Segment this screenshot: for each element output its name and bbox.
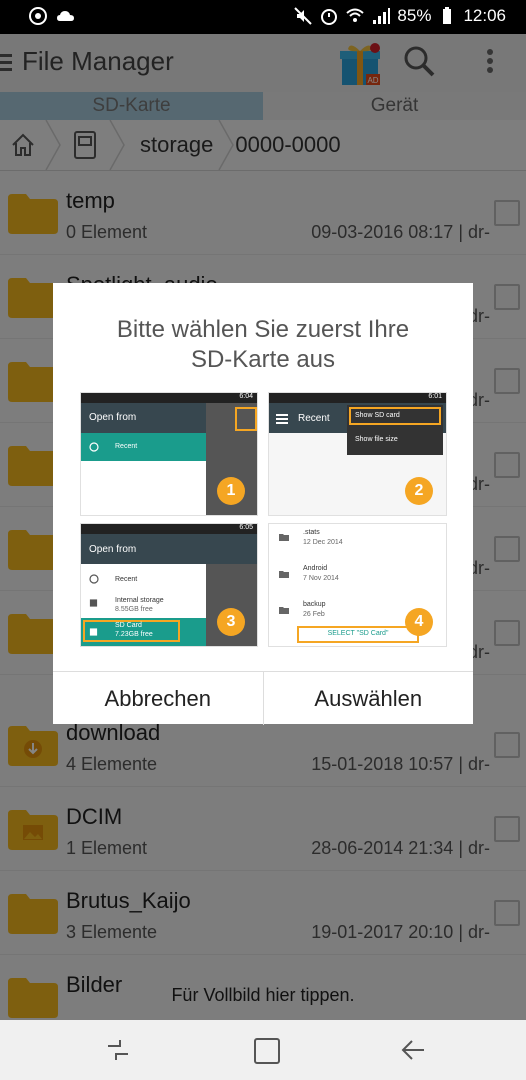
step3-header: Open from (89, 544, 137, 555)
signal-icon (373, 8, 391, 24)
step4-row2-date: 7 Nov 2014 (303, 575, 339, 582)
dialog-buttons: Abbrechen Auswählen (53, 671, 473, 725)
step1-time: 6:04 (239, 393, 253, 400)
storage-icon (89, 599, 98, 607)
step1-badge: 1 (217, 477, 245, 505)
step4-row3-name: backup (303, 601, 326, 608)
step2-time: 6:01 (428, 393, 442, 400)
wifi-icon (346, 8, 365, 22)
battery-icon (443, 7, 452, 24)
dialog-title-line1: Bitte wählen Sie zuerst Ihre (116, 316, 410, 343)
step3-item3: SD Card (115, 622, 142, 629)
step4-row1-name: .stats (303, 529, 320, 536)
clock-icon (89, 574, 99, 584)
clock: 12:06 (463, 6, 506, 25)
recent-apps-icon[interactable] (106, 1038, 130, 1062)
folder-icon (279, 571, 289, 578)
step1-header: Open from (89, 412, 137, 423)
dialog-title: Bitte wählen Sie zuerst Ihre SD-Karte au… (63, 315, 463, 375)
tutorial-step-2: 6:01 Recent Show SD card Show file size … (268, 392, 447, 516)
battery-percent: 85% (397, 6, 432, 25)
dialog-title-line2: SD-Karte aus (190, 346, 336, 373)
step2-menu2: Show file size (355, 436, 398, 443)
mute-icon (294, 7, 313, 25)
fullscreen-hint[interactable]: Für Vollbild hier tippen. (0, 985, 526, 1006)
step3-badge: 3 (217, 608, 245, 636)
status-bar: 85% 12:06 (0, 0, 526, 34)
cancel-button[interactable]: Abbrechen (53, 672, 263, 725)
alarm-icon (321, 9, 338, 25)
hamburger-icon (276, 414, 288, 424)
step2-header: Recent (298, 413, 330, 424)
step3-item3-sub: 7.23GB free (115, 631, 153, 638)
cloud-icon (57, 11, 74, 21)
step4-badge: 4 (405, 608, 433, 636)
step4-row3-date: 26 Feb (303, 611, 325, 618)
step4-button: SELECT "SD Card" (327, 630, 389, 637)
step3-item2-sub: 8.55GB free (115, 606, 153, 613)
select-sd-card-dialog: Bitte wählen Sie zuerst Ihre SD-Karte au… (53, 283, 473, 725)
step4-row2-name: Android (303, 565, 328, 572)
folder-icon (279, 607, 289, 614)
tutorial-step-4: .stats 12 Dec 2014 Android 7 Nov 2014 ba… (268, 523, 447, 647)
home-button-icon[interactable] (254, 1038, 280, 1064)
sd-card-icon (89, 628, 98, 636)
step1-item: Recent (115, 443, 138, 450)
sync-icon (29, 7, 47, 25)
select-button[interactable]: Auswählen (262, 672, 474, 725)
step4-row1-date: 12 Dec 2014 (303, 539, 343, 546)
step2-menu1: Show SD card (355, 412, 400, 419)
clock-icon (89, 442, 99, 452)
folder-icon (279, 534, 289, 541)
step2-badge: 2 (405, 477, 433, 505)
step3-item2: Internal storage (115, 597, 164, 604)
back-icon[interactable] (400, 1038, 426, 1062)
step3-time: 6:05 (239, 524, 253, 531)
navigation-bar (0, 1020, 526, 1080)
tutorial-step-1: 6:04 Open from Recent 1 (80, 392, 258, 516)
tutorial-step-3: 6:05 Open from Recent Internal storage 8… (80, 523, 258, 647)
step3-item1: Recent (115, 576, 138, 583)
